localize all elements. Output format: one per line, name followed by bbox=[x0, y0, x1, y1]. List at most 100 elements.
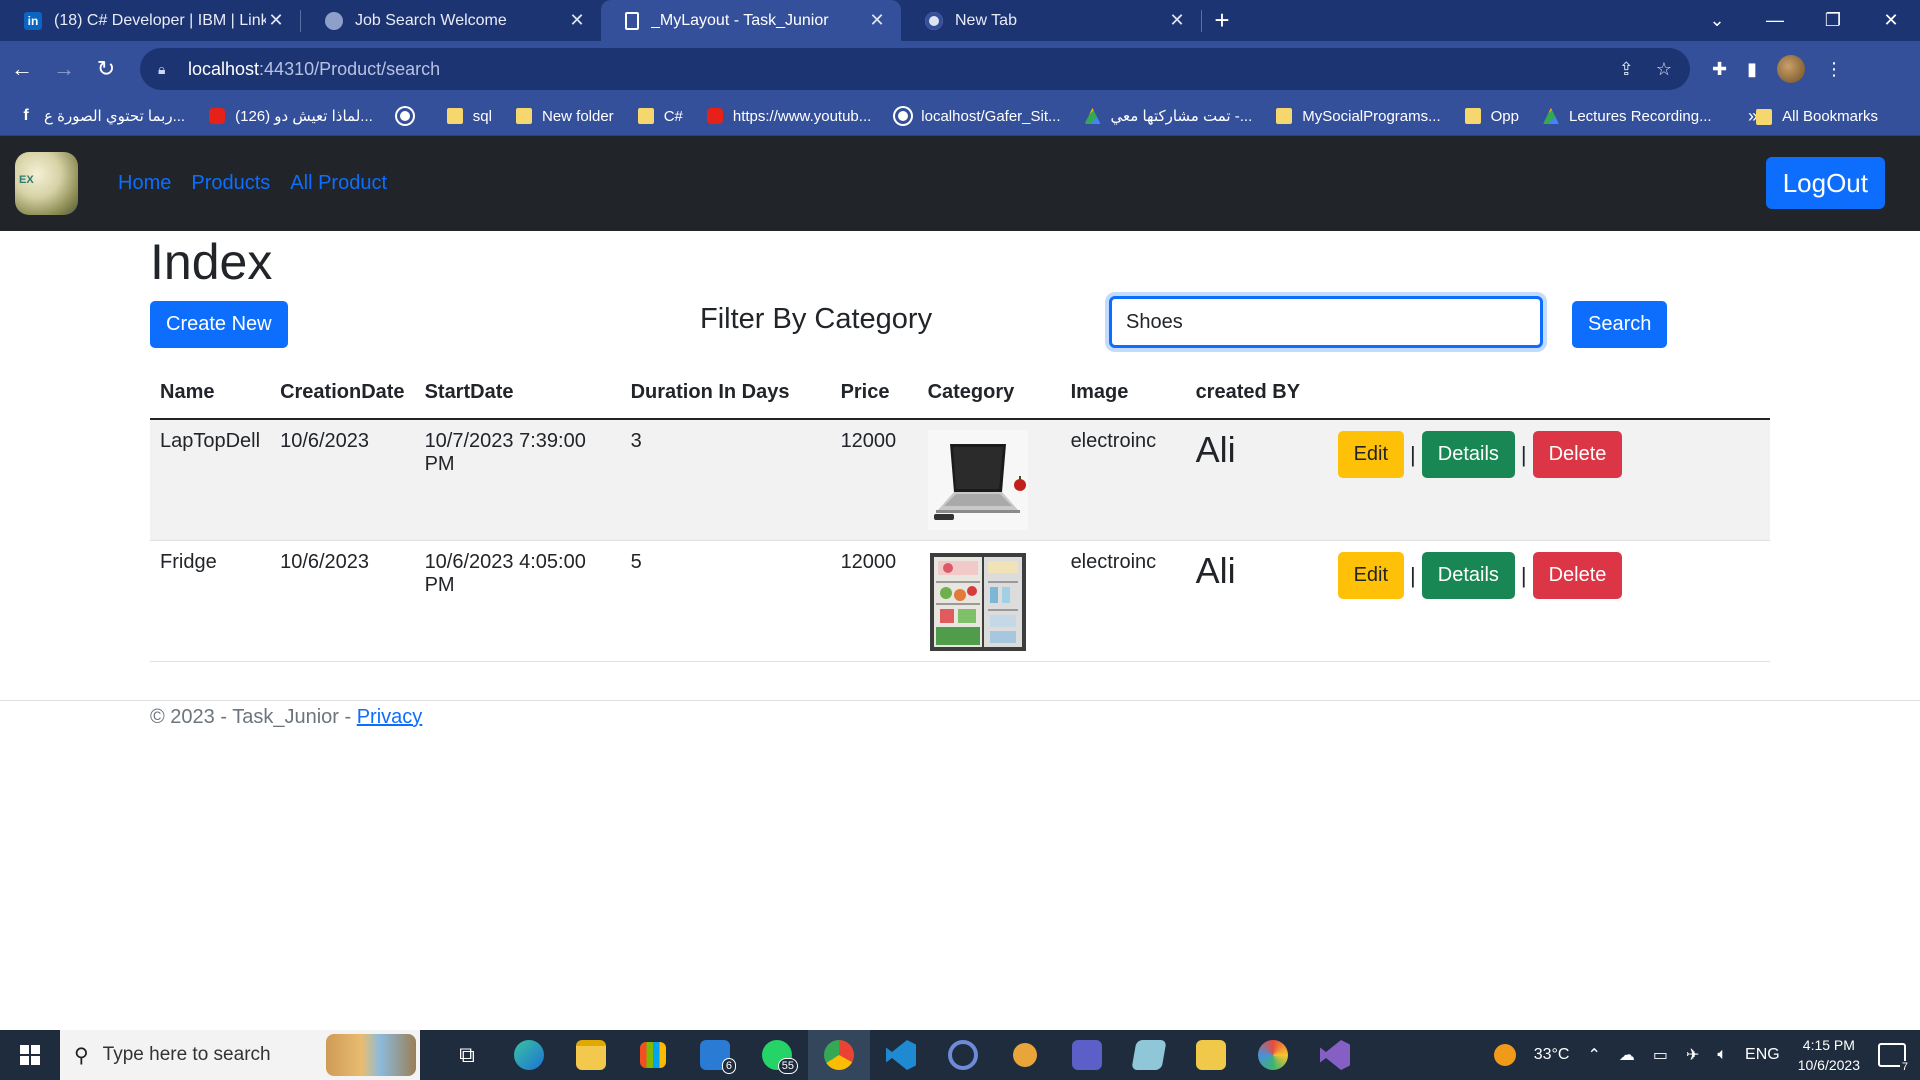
mail-icon[interactable]: 6 bbox=[684, 1030, 746, 1080]
close-icon[interactable]: ✕ bbox=[567, 10, 587, 31]
reload-icon[interactable]: ↻ bbox=[86, 49, 126, 89]
vscode-icon[interactable] bbox=[870, 1030, 932, 1080]
teams-icon[interactable] bbox=[1056, 1030, 1118, 1080]
new-tab-button[interactable]: + bbox=[1202, 0, 1242, 41]
details-button[interactable]: Details bbox=[1421, 552, 1515, 599]
row-actions: Edit | Details | Delete bbox=[1337, 430, 1760, 478]
browser-tab-mylayout[interactable]: _MyLayout - Task_Junior ✕ bbox=[601, 0, 901, 41]
browser-tab-linkedin[interactable]: in (18) C# Developer | IBM | Linked ✕ bbox=[0, 0, 300, 41]
microsoft-store-icon[interactable] bbox=[622, 1030, 684, 1080]
app-icon-notes[interactable] bbox=[1118, 1030, 1180, 1080]
bookmark-star-icon[interactable]: ☆ bbox=[1656, 59, 1672, 80]
visual-studio-icon[interactable] bbox=[1304, 1030, 1366, 1080]
bookmark-item[interactable]: f ربما تحتوي الصورة ع... bbox=[18, 107, 185, 126]
privacy-link[interactable]: Privacy bbox=[357, 706, 423, 728]
nav-link-all-product[interactable]: All Product bbox=[290, 172, 387, 195]
create-new-button[interactable]: Create New bbox=[150, 301, 288, 348]
bookmark-item[interactable]: MySocialPrograms... bbox=[1276, 108, 1441, 125]
nav-link-home[interactable]: Home bbox=[118, 172, 171, 195]
folder-icon bbox=[637, 108, 654, 124]
table-row: LapTopDell 10/6/2023 10/7/2023 7:39:00 P… bbox=[150, 419, 1770, 541]
nav-link-products[interactable]: Products bbox=[191, 172, 270, 195]
restore-button[interactable]: ❐ bbox=[1804, 0, 1862, 41]
back-arrow-icon[interactable]: ← bbox=[2, 49, 42, 89]
facebook-icon: f bbox=[23, 107, 29, 124]
lock-icon[interactable]: 🔒︎ bbox=[158, 61, 172, 78]
edit-button[interactable]: Edit bbox=[1337, 552, 1405, 599]
edge-icon[interactable] bbox=[498, 1030, 560, 1080]
youtube-icon bbox=[209, 108, 226, 124]
bookmark-item[interactable]: تمت مشاركتها معي -... bbox=[1084, 107, 1252, 125]
whatsapp-icon[interactable]: 55 bbox=[746, 1030, 808, 1080]
bookmark-label: New folder bbox=[541, 107, 614, 125]
browser-tab-job-search[interactable]: Job Search Welcome ✕ bbox=[301, 0, 601, 41]
bookmark-item[interactable]: Opp bbox=[1464, 108, 1519, 125]
column-header-image: Image bbox=[1060, 367, 1186, 420]
category-search-input[interactable] bbox=[1109, 296, 1543, 348]
close-window-button[interactable]: ✕ bbox=[1862, 0, 1920, 41]
app-navbar: EX Home Products All Product LogOut bbox=[0, 136, 1920, 231]
bookmark-label: localhost/Gafer_Sit... bbox=[921, 107, 1061, 125]
profile-avatar[interactable] bbox=[1777, 55, 1805, 83]
close-icon[interactable]: ✕ bbox=[266, 10, 286, 31]
edit-button[interactable]: Edit bbox=[1337, 431, 1405, 478]
cell-image: electroinc bbox=[1060, 540, 1186, 662]
paint-icon[interactable] bbox=[1242, 1030, 1304, 1080]
bookmark-item[interactable]: localhost/Gafer_Sit... bbox=[895, 107, 1061, 125]
clock[interactable]: 4:15 PM 10/6/2023 bbox=[1798, 1035, 1860, 1075]
bookmark-item[interactable]: Lectures Recording... bbox=[1543, 108, 1712, 125]
language-indicator[interactable]: ENG bbox=[1745, 1046, 1780, 1064]
app-icon-tools[interactable] bbox=[1180, 1030, 1242, 1080]
side-panel-icon[interactable]: ▮ bbox=[1747, 59, 1757, 80]
task-view-icon[interactable]: ⧉ bbox=[436, 1030, 498, 1080]
bookmark-item[interactable]: (126) لماذا تعيش دو... bbox=[209, 107, 373, 125]
windows-taskbar: ⚲ Type here to search ⧉ 6 55 33°C ⌃ ☁ ▭ … bbox=[0, 1030, 1920, 1080]
notification-center-icon[interactable]: 7 bbox=[1878, 1043, 1910, 1073]
volume-icon[interactable]: 🔈︎ bbox=[1717, 1046, 1727, 1064]
weather-temperature[interactable]: 33°C bbox=[1534, 1046, 1570, 1064]
weather-sun-icon[interactable] bbox=[1493, 1044, 1516, 1066]
chevron-up-icon[interactable]: ⌃ bbox=[1587, 1045, 1600, 1065]
cell-creation-date: 10/6/2023 bbox=[270, 419, 415, 541]
tab-title: (18) C# Developer | IBM | Linked bbox=[54, 11, 266, 29]
all-bookmarks-button[interactable]: All Bookmarks bbox=[1756, 97, 1878, 136]
bookmark-item[interactable]: sql bbox=[446, 108, 492, 125]
products-table: Name CreationDate StartDate Duration In … bbox=[150, 367, 1770, 662]
globe-icon bbox=[325, 11, 343, 30]
delete-button[interactable]: Delete bbox=[1532, 552, 1623, 599]
notification-count: 7 bbox=[1899, 1061, 1910, 1073]
bookmark-item[interactable] bbox=[396, 108, 423, 124]
menu-kebab-icon[interactable]: ⋮ bbox=[1825, 59, 1843, 80]
chrome-taskbar-icon[interactable] bbox=[808, 1030, 870, 1080]
details-button[interactable]: Details bbox=[1421, 431, 1515, 478]
start-button[interactable] bbox=[0, 1030, 60, 1080]
extensions-puzzle-icon[interactable]: ✚ bbox=[1712, 59, 1727, 80]
logout-button[interactable]: LogOut bbox=[1765, 157, 1885, 209]
search-button[interactable]: Search bbox=[1572, 301, 1668, 348]
tab-search-chevron-icon[interactable]: ⌄ bbox=[1688, 0, 1746, 41]
address-bar[interactable]: 🔒︎ localhost:44310/Product/search ⇪ ☆ bbox=[140, 48, 1690, 90]
app-icon-refresh[interactable] bbox=[932, 1030, 994, 1080]
forward-arrow-icon[interactable]: → bbox=[44, 49, 84, 89]
minimize-button[interactable]: — bbox=[1746, 0, 1804, 41]
taskbar-search-box[interactable]: ⚲ Type here to search bbox=[60, 1030, 420, 1080]
tab-title: Job Search Welcome bbox=[355, 11, 507, 29]
delete-button[interactable]: Delete bbox=[1532, 431, 1623, 478]
airplane-mode-icon[interactable]: ✈ bbox=[1686, 1045, 1699, 1065]
bookmark-item[interactable]: https://www.youtub... bbox=[706, 108, 871, 125]
bookmark-item[interactable]: C# bbox=[637, 108, 683, 125]
app-icon-medal[interactable] bbox=[994, 1030, 1056, 1080]
whatsapp-badge: 55 bbox=[777, 1058, 798, 1074]
battery-icon[interactable]: ▭ bbox=[1653, 1045, 1668, 1065]
close-icon[interactable]: ✕ bbox=[867, 10, 887, 31]
brand-logo[interactable]: EX bbox=[15, 152, 78, 215]
close-icon[interactable]: ✕ bbox=[1167, 10, 1187, 31]
browser-tab-new-tab[interactable]: New Tab ✕ bbox=[901, 0, 1201, 41]
share-icon[interactable]: ⇪ bbox=[1619, 59, 1634, 80]
cloud-icon[interactable]: ☁ bbox=[1619, 1045, 1635, 1065]
file-explorer-icon[interactable] bbox=[560, 1030, 622, 1080]
cell-start-date: 10/7/2023 7:39:00 PM bbox=[414, 419, 621, 541]
cell-creation-date: 10/6/2023 bbox=[270, 540, 415, 662]
bookmark-item[interactable]: New folder bbox=[515, 107, 614, 125]
youtube-icon bbox=[706, 108, 723, 124]
